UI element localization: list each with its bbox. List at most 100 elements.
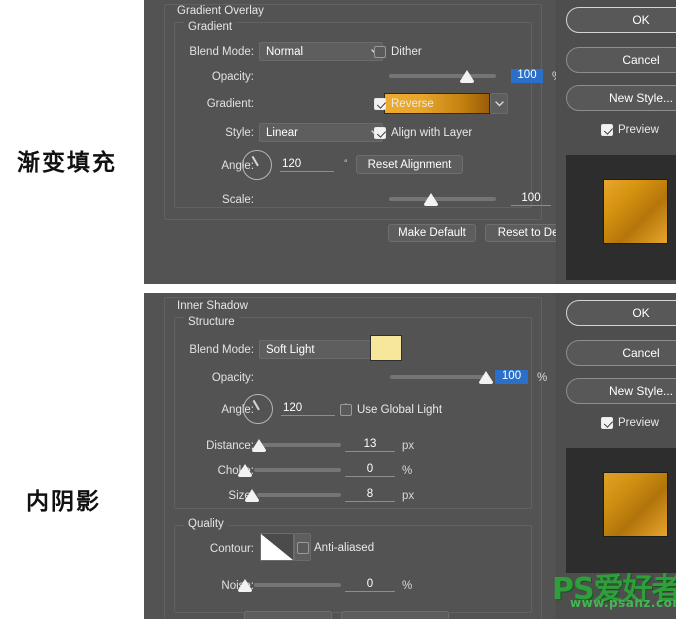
preview-checkbox[interactable]: Preview xyxy=(601,124,659,136)
angle-dial[interactable] xyxy=(243,394,273,424)
ok-button[interactable]: OK xyxy=(566,7,676,33)
gradient-group-title: Gradient xyxy=(184,21,237,33)
layer-style-preview xyxy=(566,155,676,280)
opacity-slider-track[interactable] xyxy=(390,375,486,379)
preview-checkbox-box xyxy=(601,417,613,429)
opacity-slider-track[interactable] xyxy=(389,74,496,78)
opacity-input[interactable]: 100 xyxy=(495,370,528,384)
contour-swatch[interactable] xyxy=(260,533,294,561)
gradient-overlay-settings-column: Gradient Overlay Gradient Blend Mode: No… xyxy=(144,0,593,284)
anti-aliased-label: Anti-aliased xyxy=(314,542,375,554)
angle-dial[interactable] xyxy=(242,150,272,180)
inner-shadow-action-column: OK Cancel New Style... Preview xyxy=(556,293,676,619)
distance-slider-track[interactable] xyxy=(259,443,341,447)
angle-value: 120 xyxy=(282,158,302,170)
preview-label: Preview xyxy=(618,124,659,136)
dither-checkbox-box xyxy=(374,46,386,58)
new-style-button[interactable]: New Style... xyxy=(566,85,676,111)
reverse-checkbox-box xyxy=(374,98,386,110)
gradient-picker-dropdown[interactable] xyxy=(490,93,508,114)
use-global-light-checkbox[interactable]: Use Global Light xyxy=(340,404,442,416)
preview-checkbox[interactable]: Preview xyxy=(601,417,659,429)
style-label: Style: xyxy=(225,127,254,139)
scale-value: 100 xyxy=(521,192,541,204)
reverse-label: Reverse xyxy=(391,98,434,110)
noise-slider-track[interactable] xyxy=(254,583,341,587)
angle-dial-needle xyxy=(252,400,260,411)
ok-button[interactable]: OK xyxy=(566,300,676,326)
distance-input[interactable]: 13 xyxy=(345,438,395,452)
style-select[interactable]: Linear xyxy=(259,123,383,142)
use-global-light-checkbox-box xyxy=(340,404,352,416)
opacity-input[interactable]: 100 xyxy=(511,69,543,83)
angle-input[interactable]: 120 xyxy=(281,402,335,416)
screenshot-root: 渐变填充 内阴影 Gradient Overlay Gradient Blend… xyxy=(0,0,676,619)
inner-shadow-settings-column: Inner Shadow Structure Blend Mode: Soft … xyxy=(144,293,556,619)
opacity-label: Opacity: xyxy=(211,71,254,83)
quality-group-frame xyxy=(174,525,532,613)
make-default-button[interactable] xyxy=(244,611,332,619)
inner-shadow-title: Inner Shadow xyxy=(173,300,252,312)
reset-alignment-button[interactable]: Reset Alignment xyxy=(356,155,463,174)
structure-group-title: Structure xyxy=(184,316,239,328)
align-with-layer-checkbox-box xyxy=(374,127,386,139)
blend-mode-select[interactable]: Soft Light xyxy=(259,340,383,359)
reverse-checkbox[interactable]: Reverse xyxy=(374,98,434,110)
noise-input[interactable]: 0 xyxy=(345,578,395,592)
layer-style-preview xyxy=(566,448,676,573)
angle-input[interactable]: 120 xyxy=(280,158,334,172)
anti-aliased-checkbox[interactable]: Anti-aliased xyxy=(297,542,374,554)
opacity-slider-thumb[interactable] xyxy=(479,371,493,384)
reset-to-default-button[interactable] xyxy=(341,611,449,619)
annotation-gradient-fill: 渐变填充 xyxy=(17,150,117,176)
dither-checkbox[interactable]: Dither xyxy=(374,46,422,58)
choke-slider-track[interactable] xyxy=(254,468,341,472)
size-slider-track[interactable] xyxy=(257,493,341,497)
opacity-label: Opacity: xyxy=(211,372,254,384)
angle-value: 120 xyxy=(283,402,303,414)
preview-checkbox-box xyxy=(601,124,613,136)
style-value: Linear xyxy=(266,126,298,139)
align-with-layer-checkbox[interactable]: Align with Layer xyxy=(374,127,472,139)
new-style-button[interactable]: New Style... xyxy=(566,378,676,404)
gradient-overlay-title: Gradient Overlay xyxy=(173,5,268,17)
annotation-inner-shadow: 内阴影 xyxy=(26,489,101,515)
noise-unit: % xyxy=(402,580,413,592)
scale-label: Scale: xyxy=(222,194,254,206)
opacity-value: 100 xyxy=(517,69,537,81)
scale-input[interactable]: 100 xyxy=(511,192,551,206)
choke-slider-thumb[interactable] xyxy=(238,464,252,477)
anti-aliased-checkbox-box xyxy=(297,542,309,554)
choke-input[interactable]: 0 xyxy=(345,463,395,477)
gradient-label: Gradient: xyxy=(206,98,254,110)
blend-mode-value: Soft Light xyxy=(266,343,315,356)
size-input[interactable]: 8 xyxy=(345,488,395,502)
noise-slider-thumb[interactable] xyxy=(238,579,252,592)
opacity-slider-thumb[interactable] xyxy=(460,70,474,83)
distance-label: Distance: xyxy=(206,440,254,452)
angle-unit: ° xyxy=(344,158,348,168)
opacity-value: 100 xyxy=(501,370,522,382)
size-slider-thumb[interactable] xyxy=(245,489,259,502)
cancel-button[interactable]: Cancel xyxy=(566,340,676,366)
preview-swatch xyxy=(603,179,668,244)
make-default-button[interactable]: Make Default xyxy=(388,224,476,242)
contour-curve-icon xyxy=(261,534,293,560)
size-unit: px xyxy=(402,490,415,502)
preview-label: Preview xyxy=(618,417,659,429)
size-value: 8 xyxy=(366,488,374,500)
chevron-down-icon xyxy=(491,94,507,113)
scale-slider-track[interactable] xyxy=(389,197,496,201)
blend-mode-select[interactable]: Normal xyxy=(259,42,383,61)
use-global-light-label: Use Global Light xyxy=(357,404,443,416)
angle-dial-needle xyxy=(251,156,259,167)
size-label: Size: xyxy=(228,490,254,502)
cancel-button[interactable]: Cancel xyxy=(566,47,676,73)
distance-slider-thumb[interactable] xyxy=(252,439,266,452)
shadow-color-swatch[interactable] xyxy=(370,335,402,361)
noise-value: 0 xyxy=(366,578,374,590)
choke-unit: % xyxy=(402,465,413,477)
inner-shadow-dialog: Inner Shadow Structure Blend Mode: Soft … xyxy=(144,293,676,619)
scale-slider-thumb[interactable] xyxy=(424,193,438,206)
distance-value: 13 xyxy=(363,438,377,450)
